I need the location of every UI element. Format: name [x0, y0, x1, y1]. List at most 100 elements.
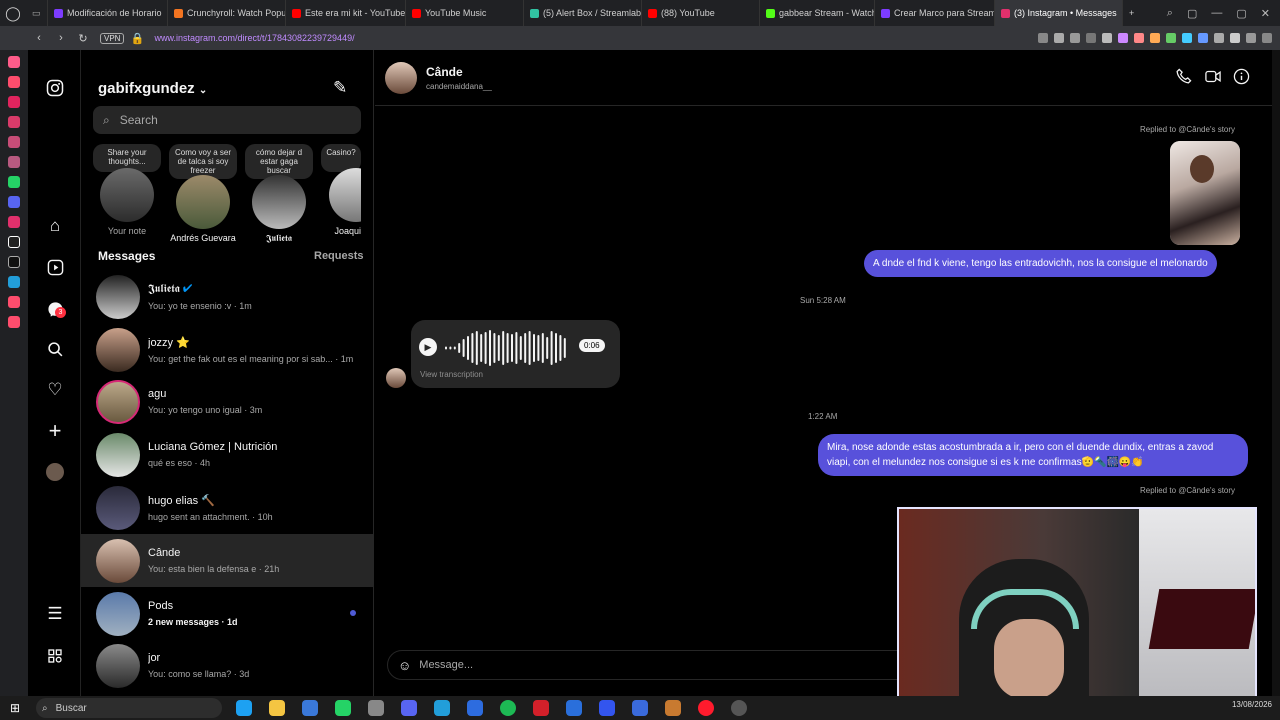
browser-tab[interactable]: Modificación de Horario [48, 0, 168, 26]
search-icon[interactable] [43, 337, 67, 361]
reload-icon[interactable]: ↻ [74, 32, 92, 45]
app-icon[interactable] [665, 700, 681, 716]
browser-tab[interactable]: Crunchyroll: Watch Popu [168, 0, 286, 26]
messenger-icon[interactable]: 3 [43, 297, 67, 321]
vpn-badge[interactable]: VPN [100, 32, 125, 44]
play-icon[interactable]: ▶ [419, 338, 437, 356]
browser-tab[interactable]: Este era mi kit - YouTube [286, 0, 406, 26]
profile-icon[interactable] [1230, 33, 1240, 43]
forward-icon[interactable]: › [52, 32, 70, 44]
extension-icon[interactable] [1118, 33, 1128, 43]
conversation-row[interactable]: Luciana Gómez | Nutrición qué es eso · 4h [81, 428, 374, 481]
translate-icon[interactable] [1198, 33, 1208, 43]
search-input[interactable]: ⌕ Search [93, 106, 361, 134]
puzzle-icon[interactable] [1214, 33, 1224, 43]
contact-avatar[interactable] [385, 62, 417, 94]
browser-tab[interactable]: Crear Marco para Stream [875, 0, 995, 26]
conversation-row[interactable]: jor You: como se llama? · 3d [81, 639, 374, 692]
view-transcription-link[interactable]: View transcription [420, 370, 483, 379]
maximize-icon[interactable]: ▢ [1236, 7, 1246, 20]
whatsapp-icon[interactable] [8, 176, 20, 188]
outgoing-message[interactable]: Mira, nose adonde estas acostumbrada a i… [818, 434, 1248, 476]
search-tabs-icon[interactable]: ⌕ [1167, 7, 1173, 20]
note-item[interactable]: Casino? Joaqui [321, 144, 361, 236]
apps-grid-icon[interactable] [43, 644, 67, 668]
contact-name[interactable]: Cânde [426, 65, 463, 79]
menu-icon[interactable] [1262, 33, 1272, 43]
zoom-icon[interactable] [1038, 33, 1048, 43]
notifications-heart-icon[interactable]: ♡ [43, 378, 67, 402]
app-icon[interactable] [566, 700, 582, 716]
opera-logo-icon[interactable]: ◯ [0, 0, 26, 26]
browser-tab[interactable]: gabbear Stream - Watch [760, 0, 875, 26]
whatsapp-icon[interactable] [335, 700, 351, 716]
note-item[interactable]: Share your thoughts... Your note [93, 144, 161, 236]
emoji-icon[interactable]: ☺ [398, 658, 411, 673]
screenshot-icon[interactable] [1070, 33, 1080, 43]
snapshot-icon[interactable]: ▢ [1187, 7, 1197, 20]
story-thumbnail[interactable] [1170, 141, 1240, 245]
settings-icon[interactable] [8, 136, 20, 148]
workspace-icon[interactable] [8, 76, 20, 88]
create-plus-icon[interactable]: + [43, 418, 67, 443]
outgoing-message[interactable]: A dnde el fnd k viene, tengo las entrado… [864, 250, 1217, 277]
conversation-row[interactable]: 𝕵𝖚𝖑𝖎𝖊𝖙𝖆 ✔ You: yo te ensenio :v · 1m [81, 270, 374, 323]
info-icon[interactable] [1233, 68, 1250, 90]
history-icon[interactable] [8, 296, 20, 308]
browser-tab[interactable]: (5) Alert Box / Streamlabs [524, 0, 642, 26]
phone-call-icon[interactable] [1175, 68, 1192, 90]
tab-sidebar-toggle[interactable]: ▭ [26, 0, 48, 26]
conversation-row[interactable]: jozzy ⭐ You: get the fak out es el meanin… [81, 323, 374, 376]
minimize-icon[interactable]: — [1211, 7, 1222, 19]
app-icon[interactable] [533, 700, 549, 716]
security-shield-icon[interactable] [302, 700, 318, 716]
note-item[interactable]: Como voy a ser de talca si soy freezer A… [169, 144, 237, 243]
conversation-row[interactable]: agu You: yo tengo uno igual · 3m [81, 375, 374, 428]
shield-icon[interactable] [1086, 33, 1096, 43]
scrollbar[interactable] [1272, 50, 1280, 696]
discord-icon[interactable] [401, 700, 417, 716]
heart-icon[interactable] [1134, 33, 1144, 43]
home-icon[interactable]: ⌂ [43, 214, 67, 238]
new-message-icon[interactable]: ✎ [333, 78, 347, 98]
reels-icon[interactable] [43, 255, 67, 279]
pin-icon[interactable] [1054, 33, 1064, 43]
browser-tab[interactable]: YouTube Music [406, 0, 524, 26]
browser-tab[interactable]: (88) YouTube [642, 0, 760, 26]
file-explorer-icon[interactable] [269, 700, 285, 716]
aria-icon[interactable] [8, 56, 20, 68]
back-icon[interactable]: ‹ [30, 32, 48, 44]
app-icon[interactable] [467, 700, 483, 716]
percent-icon[interactable] [8, 156, 20, 168]
lock-icon[interactable]: 🔒 [128, 32, 146, 45]
discord-icon[interactable] [8, 196, 20, 208]
instagram-icon[interactable] [8, 216, 20, 228]
note-item[interactable]: cómo dejar d estar gaga buscar 𝕵𝖚𝖑𝖎𝖊𝖙𝖆 [245, 144, 313, 244]
opera-gx-icon[interactable] [698, 700, 714, 716]
video-call-icon[interactable] [1204, 68, 1222, 90]
extensions-icon[interactable] [8, 316, 20, 328]
download-icon[interactable] [1246, 33, 1256, 43]
bookmark-icon[interactable] [8, 96, 20, 108]
tiktok-icon[interactable] [8, 236, 20, 248]
edge-icon[interactable] [236, 700, 252, 716]
telegram-icon[interactable] [8, 276, 20, 288]
x-icon[interactable] [8, 256, 20, 268]
new-tab-button[interactable]: + [1123, 0, 1141, 26]
close-icon[interactable]: ✕ [1261, 7, 1270, 20]
news-icon[interactable] [8, 116, 20, 128]
app-icon[interactable] [632, 700, 648, 716]
url-field[interactable]: www.instagram.com/direct/t/1784308223972… [154, 33, 354, 43]
send-icon[interactable] [1102, 33, 1112, 43]
fox-extension-icon[interactable] [1150, 33, 1160, 43]
requests-link[interactable]: Requests [314, 250, 364, 262]
windows-start-icon[interactable]: ⊞ [10, 701, 20, 715]
account-switcher[interactable]: gabifxgundez ⌄ [98, 80, 207, 97]
obs-icon[interactable] [731, 700, 747, 716]
app-icon[interactable] [599, 700, 615, 716]
profile-avatar[interactable] [43, 460, 67, 484]
app-icon[interactable] [368, 700, 384, 716]
sender-avatar[interactable] [386, 368, 406, 388]
conversation-row[interactable]: hugo elias 🔨 hugo sent an attachment. · 1… [81, 481, 374, 534]
more-menu-icon[interactable]: ☰ [43, 602, 67, 626]
